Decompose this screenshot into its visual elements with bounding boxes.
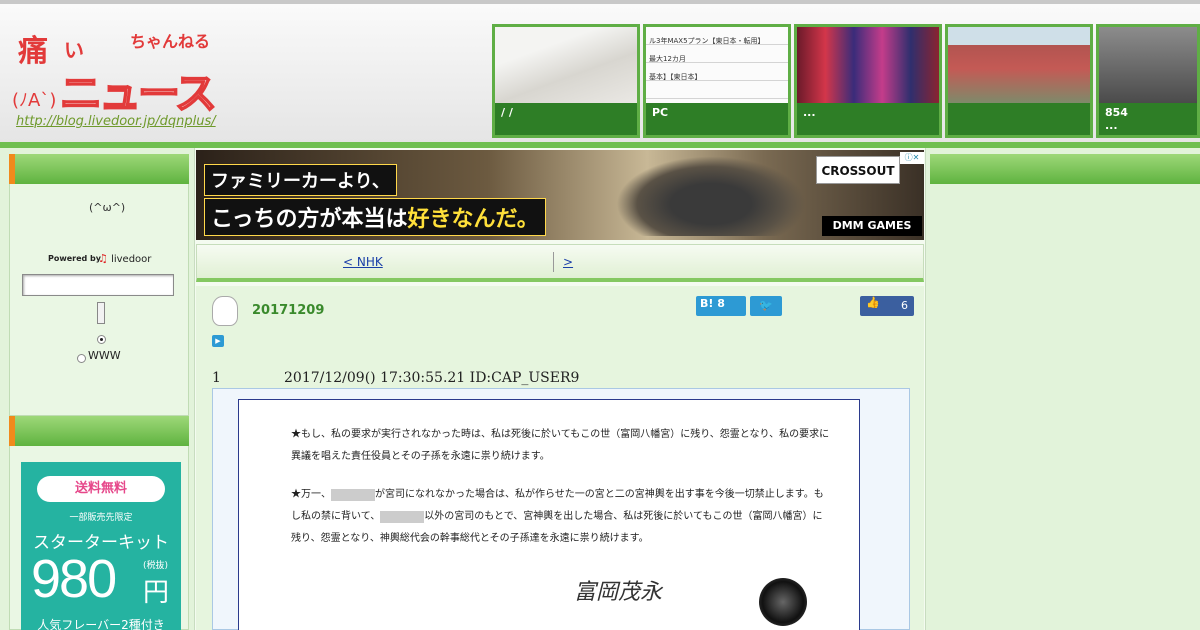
- thumbnail-caption: ...: [797, 103, 939, 135]
- logo-face: (ﾉA`): [12, 90, 57, 111]
- thumbnail-caption: 854 ...: [1099, 103, 1197, 135]
- redacted-name: [380, 510, 425, 523]
- prev-article-link[interactable]: < NHK: [343, 255, 541, 269]
- side-ad[interactable]: 送料無料 一部販売先限定 スターターキット 980 (税抜) 円 人気フレーバー…: [21, 462, 181, 630]
- ad-choices-icon[interactable]: ⓘ✕: [900, 152, 924, 164]
- thumbnail-1[interactable]: / /: [492, 24, 640, 138]
- facebook-like-button[interactable]: 👍 6: [860, 296, 914, 316]
- left-sidebar: (^ω^) Powered by ♫ livedoor WWW: [9, 184, 189, 416]
- right-sidebar-bar: [930, 154, 1200, 184]
- radio-www-label: WWW: [88, 349, 121, 362]
- thumbnail-caption: [948, 103, 1090, 135]
- header-thumbnails: / / ル3年MAX5プラン【東日本・転用】 最大12カ月 基本】【東日本】 P…: [492, 24, 1200, 138]
- left-sidebar-ad-area: 送料無料 一部販売先限定 スターターキット 980 (税抜) 円 人気フレーバー…: [9, 446, 189, 630]
- search-button[interactable]: [97, 302, 105, 324]
- search-input[interactable]: [22, 274, 174, 296]
- livedoor-logo[interactable]: ♫ livedoor: [98, 252, 151, 265]
- ad-subtext: 一部販売先限定: [69, 513, 133, 523]
- logo-url[interactable]: http://blog.livedoor.jp/dqnplus/: [16, 114, 216, 129]
- fingerprint-stamp: [759, 578, 807, 626]
- ad-yen: 円: [143, 578, 170, 608]
- car-image: [616, 156, 806, 236]
- banner-line-2: こっちの方が本当は好きなんだ。: [204, 198, 546, 236]
- thumbnail-image: [1099, 27, 1197, 103]
- banner-ad[interactable]: ファミリーカーより、 こっちの方が本当は好きなんだ。 CROSSOUT DMM …: [196, 150, 924, 240]
- thumbnail-caption: / /: [495, 103, 637, 135]
- logo-news: ニュース: [59, 68, 218, 119]
- hatena-count: 8: [717, 297, 725, 310]
- logo-channel: ちゃんねる: [130, 32, 211, 51]
- ad-price: 980: [31, 549, 117, 609]
- banner-line-2b: 好きなんだ。: [407, 207, 539, 232]
- radio-www[interactable]: [77, 354, 86, 363]
- redacted-name: [331, 488, 375, 501]
- mascot-icon: [212, 296, 238, 326]
- sidebar-section-bar: [9, 154, 189, 184]
- site-logo[interactable]: 痛 い ちゃんねる ニュース (ﾉA`) http://blog.livedoo…: [12, 24, 242, 134]
- thumbs-up-icon: 👍: [866, 296, 880, 309]
- banner-line-2a: こっちの方が本当は: [211, 207, 408, 232]
- hatena-icon: B!: [700, 297, 714, 310]
- face-emoticon: (^ω^): [89, 201, 126, 214]
- banner-line-1: ファミリーカーより、: [204, 164, 397, 196]
- ad-tax: (税抜): [143, 561, 169, 571]
- livedoor-icon: ♫: [98, 252, 108, 265]
- powered-by-label: Powered by: [48, 254, 101, 263]
- right-sidebar: [930, 184, 1200, 630]
- response-number: 1: [212, 370, 221, 386]
- document-image[interactable]: ★もし、私の要求が実行されなかった時は、私は死後に於いてもこの世（富岡八幡宮）に…: [238, 399, 860, 630]
- thumbnail-text: 最大12カ月: [649, 55, 686, 63]
- thumbnail-image: [797, 27, 939, 103]
- hatena-bookmark-button[interactable]: B! 8: [696, 296, 746, 316]
- document-paragraph-1: ★もし、私の要求が実行されなかった時は、私は死後に於いてもこの世（富岡八幡宮）に…: [291, 429, 830, 462]
- livedoor-label: livedoor: [111, 254, 152, 265]
- logo-kanji: 痛: [18, 34, 48, 69]
- thumbnail-3[interactable]: ...: [794, 24, 942, 138]
- article-nav: < NHK >: [196, 244, 924, 282]
- thumbnail-image: ル3年MAX5プラン【東日本・転用】 最大12カ月 基本】【東日本】: [646, 27, 788, 103]
- crossout-logo: CROSSOUT: [816, 156, 900, 184]
- twitter-bird-icon[interactable]: 🐦: [750, 296, 782, 316]
- thumbnail-image: [948, 27, 1090, 103]
- main-content: ファミリーカーより、 こっちの方が本当は好きなんだ。 CROSSOUT DMM …: [194, 148, 926, 630]
- thumbnail-2[interactable]: ル3年MAX5プラン【東日本・転用】 最大12カ月 基本】【東日本】 PC: [643, 24, 791, 138]
- ad-free-shipping: 送料無料: [37, 476, 165, 502]
- radio-blog[interactable]: [97, 335, 106, 344]
- response-header: 2017/12/09() 17:30:55.21 ID:CAP_USER9: [284, 370, 580, 386]
- site-header: 痛 い ちゃんねる ニュース (ﾉA`) http://blog.livedoo…: [0, 0, 1200, 148]
- article: 20171209 B! 8 🐦 👍 6 ▶ 1 2017/12/09() 17:3…: [196, 286, 924, 630]
- dmm-logo: DMM GAMES: [822, 216, 922, 236]
- document-image-frame: ★もし、私の要求が実行されなかった時は、私は死後に於いてもこの世（富岡八幡宮）に…: [212, 388, 910, 630]
- play-icon[interactable]: ▶: [212, 335, 224, 347]
- article-date: 20171209: [252, 303, 325, 318]
- doc-text: ★万一、: [291, 489, 331, 500]
- thumbnail-caption: PC: [646, 103, 788, 135]
- thumbnail-text: 基本】【東日本】: [649, 73, 702, 81]
- next-article-link[interactable]: >: [563, 255, 653, 269]
- thumbnail-4[interactable]: [945, 24, 1093, 138]
- nav-divider: [553, 252, 554, 272]
- thumbnail-5[interactable]: 854 ...: [1096, 24, 1200, 138]
- ad-footer: 人気フレーバー2種付き: [37, 618, 165, 630]
- sidebar-section-bar: [9, 416, 189, 446]
- logo-hiragana: い: [64, 38, 84, 62]
- document-paragraph-2: ★万一、 が宮司になれなかった場合は、私が作らせた一の宮と二の宮神輿を出す事を今後…: [291, 484, 831, 550]
- signature: 富岡茂永: [574, 580, 663, 605]
- thumbnail-image: [495, 27, 637, 103]
- thumbnail-text: ル3年MAX5プラン【東日本・転用】: [649, 37, 765, 45]
- page: 痛 い ちゃんねる ニュース (ﾉA`) http://blog.livedoo…: [0, 0, 1200, 630]
- like-count: 6: [901, 299, 908, 312]
